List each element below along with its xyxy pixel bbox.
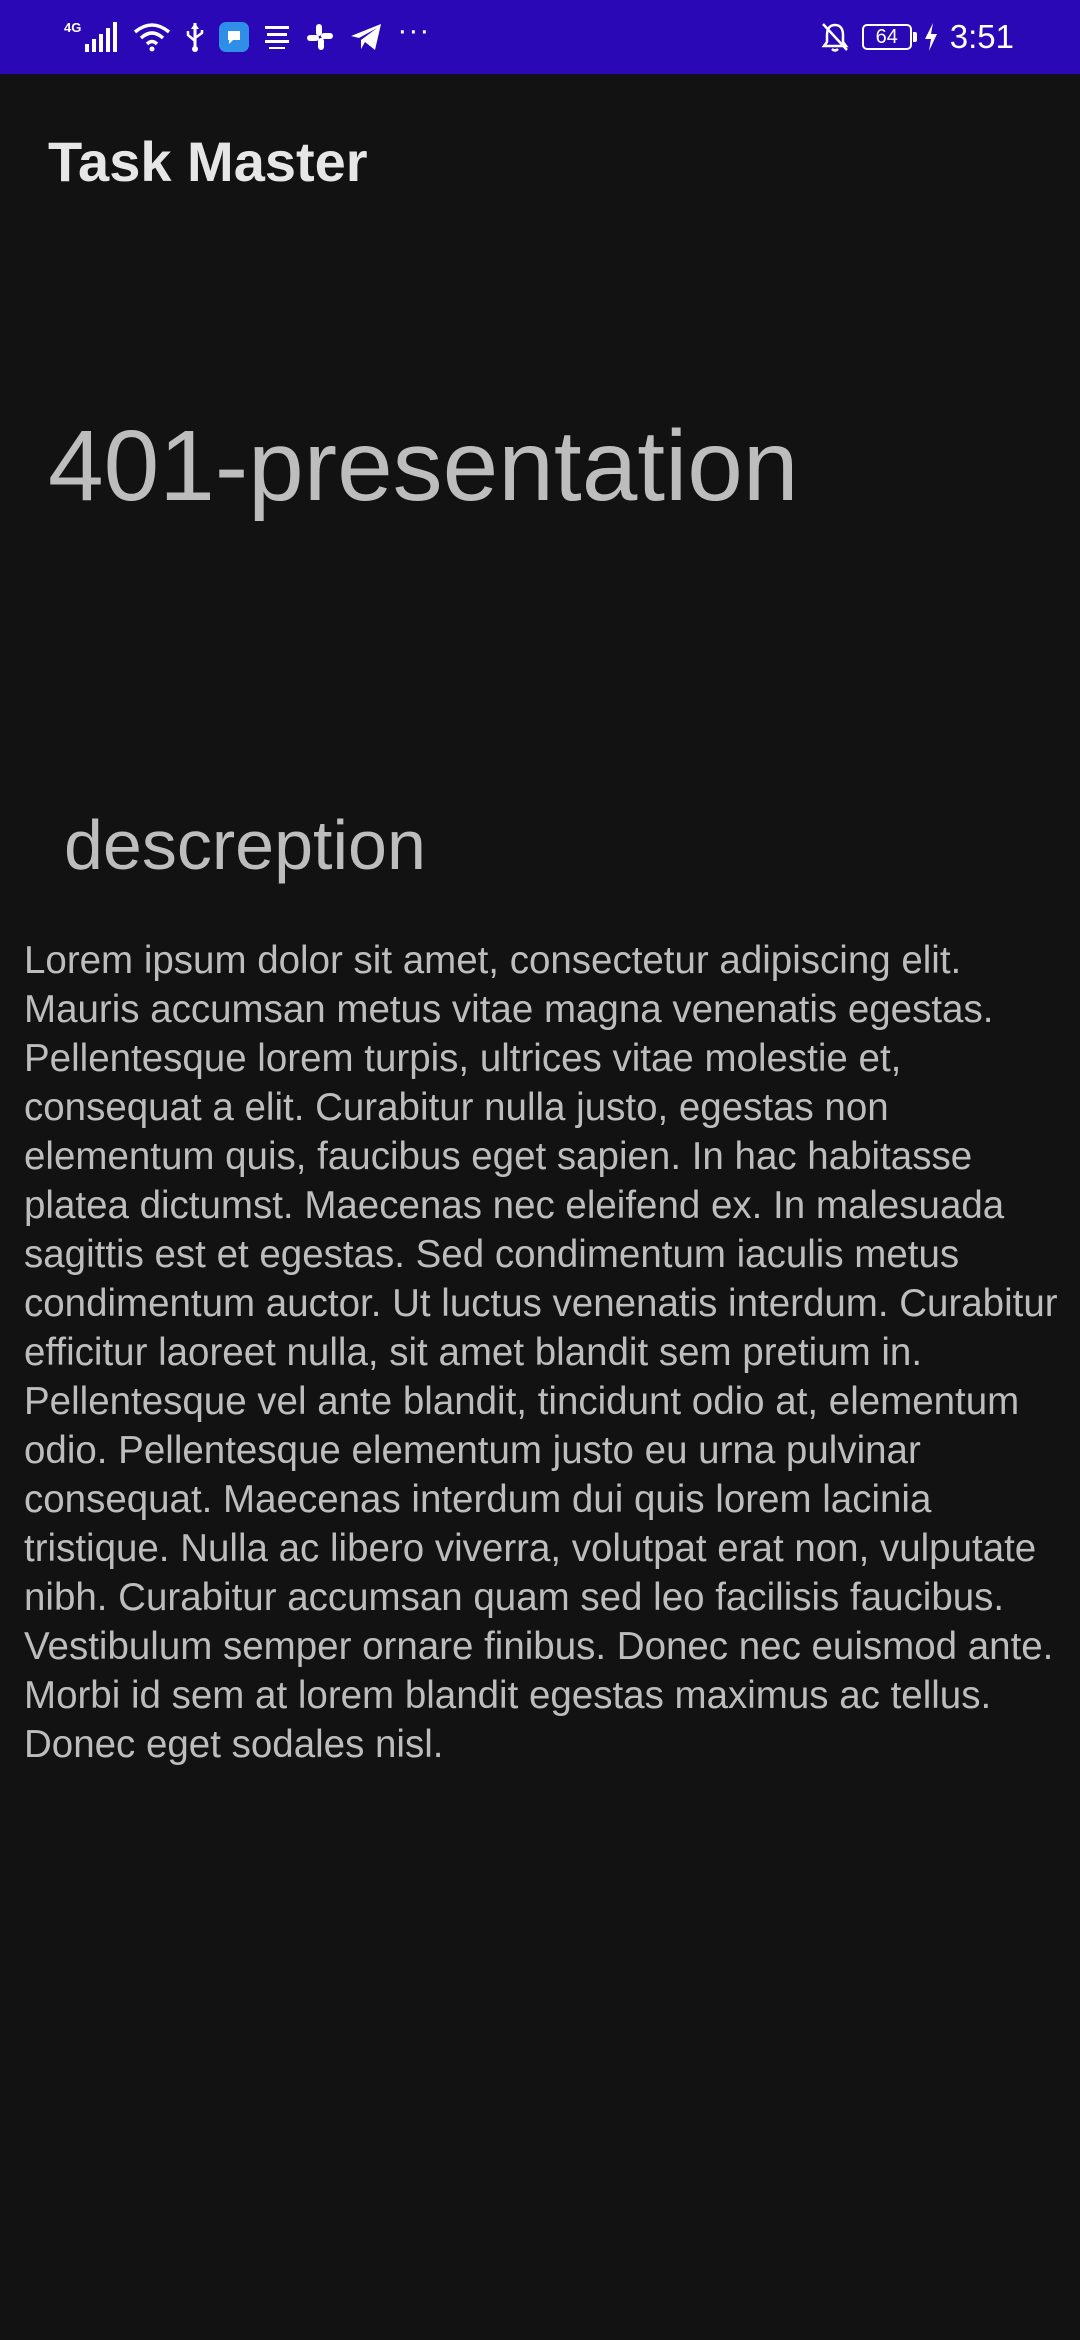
battery-indicator: 64 [861,24,917,50]
more-notifications-indicator: ··· [397,14,431,47]
status-bar-clock: 3:51 [949,18,1014,55]
app-notification-icon [219,22,250,52]
wifi-icon [133,22,171,52]
status-bar-right: 64 3:51 [820,0,1014,74]
arabic-app-icon [263,22,291,52]
signal-icon [85,22,119,52]
telegram-icon [349,22,383,52]
app-title: Task Master [48,130,368,193]
slack-icon [305,22,335,52]
description-heading: descreption [64,806,426,884]
charging-icon [924,23,938,51]
network-type-label: 4G [64,19,82,35]
usb-icon [185,21,205,53]
task-description: Lorem ipsum dolor sit amet, consectetur … [24,939,1058,1766]
status-bar-left: 4G ··· [64,0,430,74]
task-title: 401-presentation [48,410,799,522]
bell-off-icon [820,21,850,53]
status-bar: 4G ··· 64 3:51 [0,0,1080,74]
